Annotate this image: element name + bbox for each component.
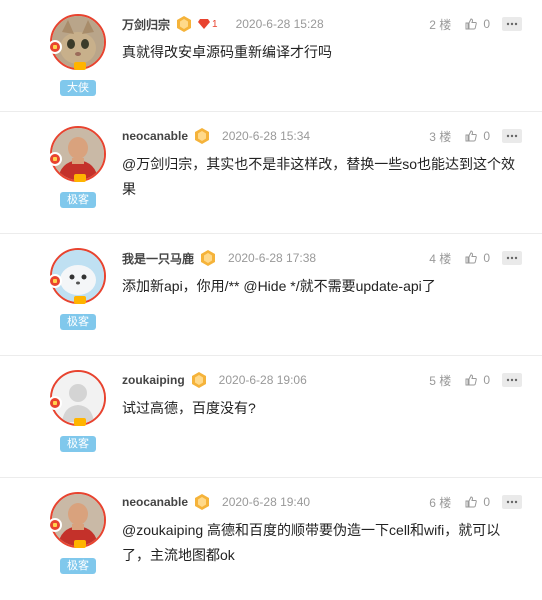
comment-item: 大侠 万剑归宗 1 2020-6-28 15:28 2 楼 0 真就得改安卓源码…: [0, 0, 542, 112]
gem-count: 1: [212, 18, 218, 30]
comment-item: 极客 我是一只马鹿 2020-6-28 17:38 4 楼 0 添加新api，你…: [0, 234, 542, 356]
avatar-frame-crown-icon: [74, 296, 86, 304]
ellipsis-icon: [506, 22, 518, 26]
comment-header: 我是一只马鹿 2020-6-28 17:38 4 楼 0: [122, 248, 522, 268]
more-options-button[interactable]: [502, 129, 522, 143]
floor-number: 4 楼: [429, 251, 452, 266]
thumbs-up-icon: [465, 374, 478, 386]
medal-icon: [194, 494, 210, 510]
avatar-frame-icon: [48, 396, 62, 410]
medal-icon: [194, 128, 210, 144]
like-count: 0: [483, 251, 490, 265]
username[interactable]: neocanable: [122, 495, 188, 509]
comment-time: 2020-6-28 17:38: [228, 251, 317, 265]
ellipsis-icon: [506, 256, 518, 260]
level-badge: 大侠: [60, 80, 96, 96]
comment-content: @万剑归宗，其实也不是非这样改，替换一些so也能达到这个效果: [122, 156, 515, 197]
username[interactable]: zoukaiping: [122, 373, 185, 387]
comment-content: 添加新api，你用/** @Hide */就不需要update-api了: [122, 278, 436, 294]
more-options-button[interactable]: [502, 373, 522, 387]
username[interactable]: 我是一只马鹿: [122, 250, 194, 267]
avatar-frame-crown-icon: [74, 62, 86, 70]
ellipsis-icon: [506, 378, 518, 382]
comment-time: 2020-6-28 15:34: [222, 129, 311, 143]
more-options-button[interactable]: [502, 251, 522, 265]
avatar-frame-icon: [48, 40, 62, 54]
comment-header: neocanable 2020-6-28 15:34 3 楼 0: [122, 126, 522, 146]
comment-item: 极客 neocanable 2020-6-28 15:34 3 楼 0 @万剑归…: [0, 112, 542, 234]
avatar-frame-crown-icon: [74, 540, 86, 548]
ellipsis-icon: [506, 500, 518, 504]
level-badge: 极客: [60, 558, 96, 574]
avatar[interactable]: [48, 14, 106, 70]
like-count: 0: [483, 17, 490, 31]
medal-icon: [191, 372, 207, 388]
floor-number: 6 楼: [429, 495, 452, 510]
like-count: 0: [483, 129, 490, 143]
like-button[interactable]: 0: [465, 373, 490, 387]
level-badge: 极客: [60, 314, 96, 330]
avatar-frame-icon: [48, 152, 62, 166]
thumbs-up-icon: [465, 18, 478, 30]
like-button[interactable]: 0: [465, 129, 490, 143]
comment-header: 万剑归宗 1 2020-6-28 15:28 2 楼 0: [122, 14, 522, 34]
avatar[interactable]: [48, 492, 106, 548]
comment-list: 大侠 万剑归宗 1 2020-6-28 15:28 2 楼 0 真就得改安卓源码…: [0, 0, 542, 600]
more-options-button[interactable]: [502, 17, 522, 31]
diamond-icon: [198, 19, 211, 29]
like-count: 0: [483, 373, 490, 387]
gem-badge: 1: [198, 19, 218, 30]
thumbs-up-icon: [465, 252, 478, 264]
comment-header: zoukaiping 2020-6-28 19:06 5 楼 0: [122, 370, 522, 390]
level-badge: 极客: [60, 192, 96, 208]
avatar[interactable]: [48, 248, 106, 304]
like-button[interactable]: 0: [465, 17, 490, 31]
ellipsis-icon: [506, 134, 518, 138]
comment-content: 真就得改安卓源码重新编译才行吗: [122, 44, 332, 60]
avatar[interactable]: [48, 126, 106, 182]
like-count: 0: [483, 495, 490, 509]
avatar-frame-icon: [48, 518, 62, 532]
comment-time: 2020-6-28 19:06: [218, 373, 307, 387]
username[interactable]: 万剑归宗: [122, 16, 170, 33]
floor-number: 5 楼: [429, 373, 452, 388]
medal-icon: [176, 16, 192, 32]
like-button[interactable]: 0: [465, 251, 490, 265]
avatar[interactable]: [48, 370, 106, 426]
more-options-button[interactable]: [502, 495, 522, 509]
comment-header: neocanable 2020-6-28 19:40 6 楼 0: [122, 492, 522, 512]
avatar-frame-crown-icon: [74, 174, 86, 182]
thumbs-up-icon: [465, 130, 478, 142]
username[interactable]: neocanable: [122, 129, 188, 143]
level-badge: 极客: [60, 436, 96, 452]
medal-icon: [200, 250, 216, 266]
like-button[interactable]: 0: [465, 495, 490, 509]
avatar-frame-icon: [48, 274, 62, 288]
floor-number: 3 楼: [429, 129, 452, 144]
floor-number: 2 楼: [429, 17, 452, 32]
comment-item: 极客 neocanable 2020-6-28 19:40 6 楼 0 @zou…: [0, 478, 542, 600]
comment-content: 试过高德，百度没有?: [122, 400, 256, 416]
comment-content: @zoukaiping 高德和百度的顺带要伪造一下cell和wifi，就可以了，…: [122, 522, 501, 563]
comment-item: 极客 zoukaiping 2020-6-28 19:06 5 楼 0 试过高德…: [0, 356, 542, 478]
thumbs-up-icon: [465, 496, 478, 508]
comment-time: 2020-6-28 15:28: [235, 17, 324, 31]
avatar-frame-crown-icon: [74, 418, 86, 426]
comment-time: 2020-6-28 19:40: [222, 495, 311, 509]
